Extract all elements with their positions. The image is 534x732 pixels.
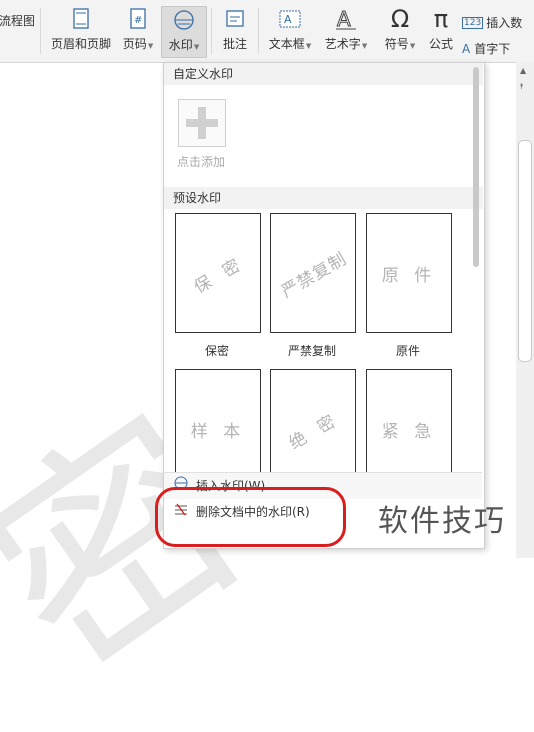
symbol-button[interactable]: Ω 符号▼	[380, 5, 420, 58]
watermark-button[interactable]: 水印▼	[161, 6, 207, 58]
chevron-down-icon: ▼	[147, 42, 154, 50]
wordart-icon: A	[334, 6, 358, 32]
add-watermark-label: 点击添加	[177, 155, 226, 169]
textbox-icon: A	[278, 6, 302, 32]
preset-watermark-card[interactable]: 绝 密	[270, 369, 356, 489]
omega-icon: Ω	[390, 5, 410, 33]
page-number-label: 页码	[122, 37, 147, 51]
insert-number-button[interactable]: 123 插入数	[462, 14, 522, 31]
page-number-button[interactable]: # 页码▼	[118, 6, 158, 58]
custom-watermark-header: 自定义水印	[164, 63, 483, 85]
plus-icon	[186, 107, 218, 139]
preset-watermark-card[interactable]: 严禁复制	[270, 213, 356, 333]
watermark-icon	[173, 7, 195, 33]
wordart-button[interactable]: A 艺术字▼	[320, 6, 372, 58]
flowchart-label: 流程图	[0, 14, 36, 28]
preset-preview-text: 严禁复制	[278, 248, 351, 302]
pi-icon: π	[433, 5, 449, 33]
chevron-down-icon: ▼	[305, 42, 312, 50]
document-scrollbar[interactable]: ▲ ⯭	[516, 62, 534, 558]
add-watermark-button[interactable]	[178, 99, 226, 147]
ribbon-divider	[258, 8, 259, 54]
comment-label: 批注	[222, 37, 247, 51]
preset-preview-text: 绝 密	[285, 408, 343, 454]
chevron-down-icon: ▼	[409, 42, 416, 50]
number-icon: 123	[462, 16, 484, 29]
preset-watermark-header: 预设水印	[164, 187, 483, 209]
svg-text:#: #	[134, 15, 142, 26]
flowchart-button[interactable]: 流程图	[0, 6, 36, 58]
scroll-up-icon[interactable]: ▲	[520, 66, 526, 75]
insert-number-label: 插入数	[486, 16, 523, 30]
highlight-ring	[155, 487, 346, 547]
drop-cap-icon: A	[462, 41, 471, 56]
preset-watermark-card[interactable]: 紧 急	[366, 369, 452, 489]
preset-preview-text: 样 本	[190, 421, 246, 442]
preset-watermark-card[interactable]: 原 件	[366, 213, 452, 333]
preset-watermark-card[interactable]: 样 本	[175, 369, 261, 489]
drop-cap-button[interactable]: A 首字下	[462, 40, 510, 57]
preset-label: 原件	[395, 344, 420, 358]
watermark-dropdown-menu: 自定义水印 点击添加 预设水印 保 密 保密 严禁复制 严禁复制 原 件 原件 …	[163, 62, 485, 549]
preset-watermark-card[interactable]: 保 密	[175, 213, 261, 333]
preset-label: 保密	[204, 344, 229, 358]
comment-icon	[224, 6, 246, 32]
svg-text:A: A	[337, 7, 351, 31]
ribbon-divider	[211, 8, 212, 54]
preset-preview-text: 紧 急	[381, 421, 437, 442]
chevron-down-icon: ▼	[361, 42, 368, 50]
ribbon-toolbar: 流程图 页眉和页脚 # 页码▼ 水印▼ 批注 A 文本框▼ A 艺术字▼ Ω 符…	[0, 0, 534, 63]
textbox-button[interactable]: A 文本框▼	[264, 6, 316, 58]
preset-preview-text: 原 件	[381, 265, 437, 286]
header-footer-button[interactable]: 页眉和页脚	[48, 6, 114, 58]
header-footer-label: 页眉和页脚	[50, 37, 111, 51]
menu-scrollbar-thumb[interactable]	[473, 67, 479, 267]
drop-cap-label: 首字下	[474, 42, 511, 56]
header-footer-icon	[71, 6, 91, 32]
symbol-label: 符号	[384, 37, 409, 51]
chevron-down-icon: ▼	[193, 43, 200, 51]
preset-preview-text: 保 密	[190, 252, 248, 298]
scroll-page-up-icon[interactable]: ⯭	[519, 82, 524, 92]
formula-button[interactable]: π 公式	[424, 5, 458, 58]
formula-label: 公式	[428, 37, 453, 51]
wordart-label: 艺术字	[324, 37, 361, 51]
textbox-label: 文本框	[268, 37, 305, 51]
site-watermark-text: 软件技巧	[378, 504, 506, 539]
watermark-label: 水印	[168, 38, 193, 52]
svg-text:A: A	[284, 13, 292, 26]
ribbon-divider	[40, 8, 41, 54]
page-number-icon: #	[128, 6, 148, 32]
scroll-thumb[interactable]	[518, 140, 532, 362]
comment-button[interactable]: 批注	[217, 6, 253, 58]
preset-label: 严禁复制	[287, 344, 336, 358]
